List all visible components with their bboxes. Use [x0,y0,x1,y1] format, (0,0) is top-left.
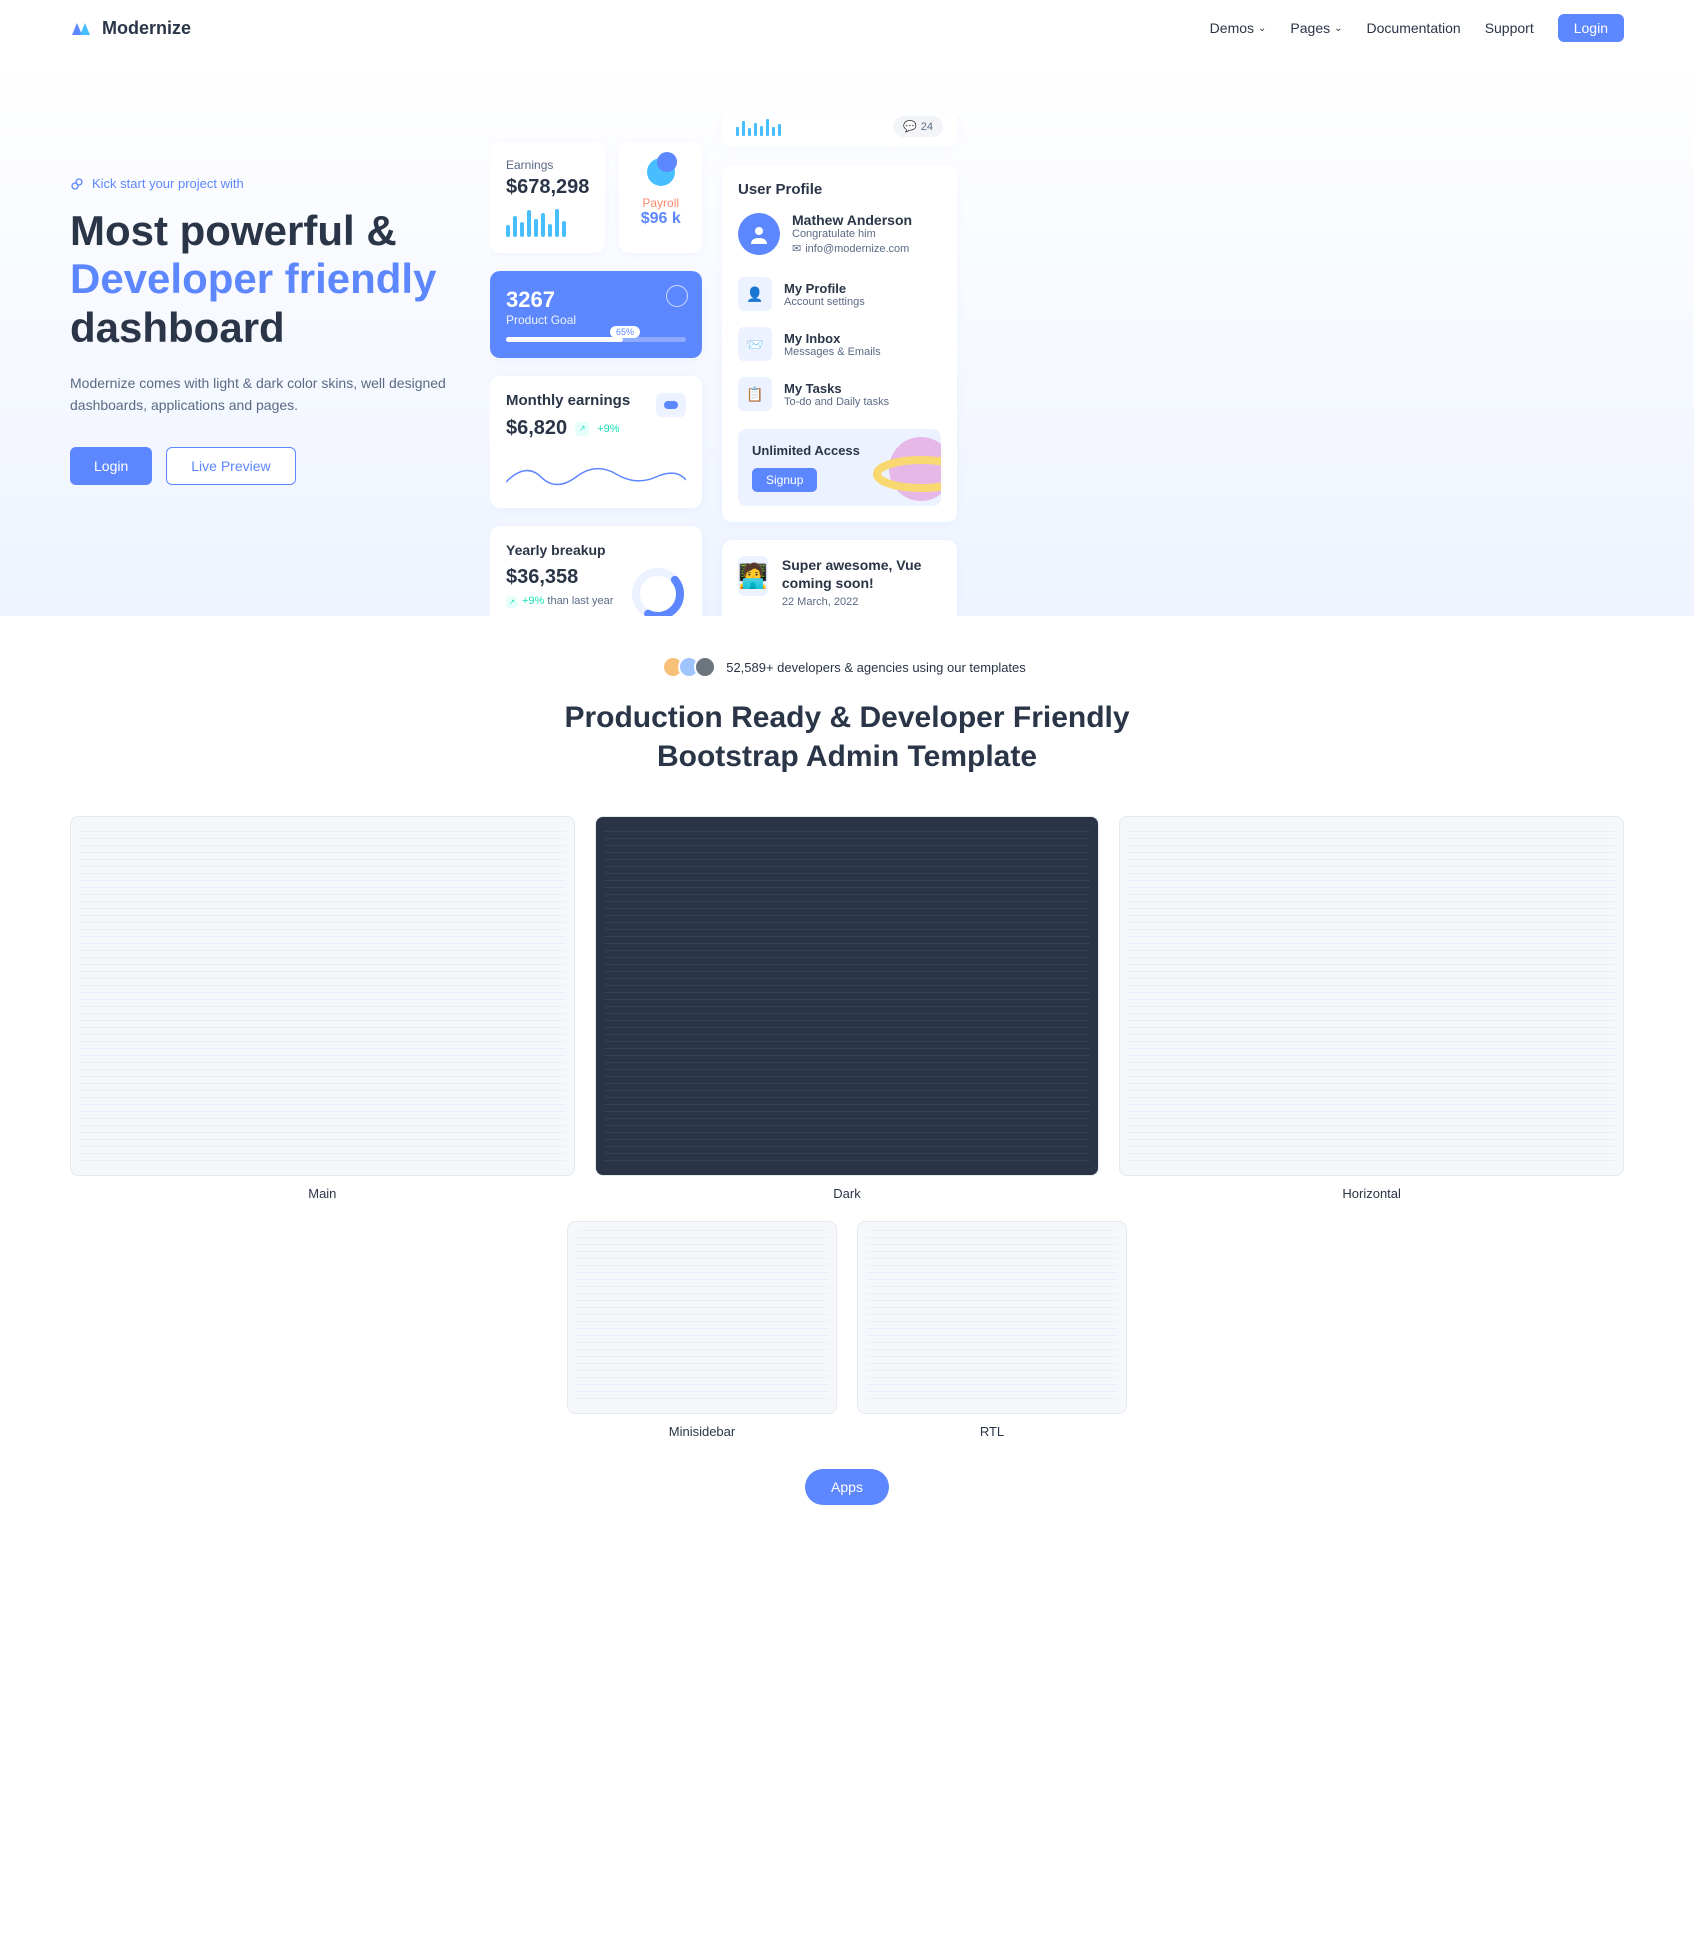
nav-support[interactable]: Support [1485,20,1534,36]
template-thumbnail [70,816,575,1176]
bar-chart-icon [506,207,589,237]
template-card[interactable]: Horizontal [1119,816,1624,1201]
template-card[interactable]: Dark [595,816,1100,1201]
hero-preview-cards: Earnings $678,298 Payroll $96 k 3267 Pro… [490,116,1694,616]
payroll-card: Payroll $96 k [619,142,702,253]
toggle-icon [656,393,686,417]
chat-icon [666,285,688,307]
chat-icon: 💬 [903,120,917,133]
nav-documentation[interactable]: Documentation [1367,20,1461,36]
menu-item-title: My Profile [784,281,865,296]
apps-button[interactable]: Apps [805,1469,889,1505]
arrow-up-icon: ↗ [506,596,518,608]
avatar-icon: 🧑‍💻 [738,556,768,596]
hero-section: Kick start your project with Most powerf… [0,56,1694,616]
avatar [738,213,780,255]
announcement-card: 🧑‍💻 Super awesome, Vue coming soon! 22 M… [722,540,957,616]
hero-title: Most powerful & Developer friendly dashb… [70,207,460,352]
profile-menu-item[interactable]: 👤 My ProfileAccount settings [738,269,941,319]
nav-demos[interactable]: Demos⌄ [1210,20,1267,36]
main-nav: Demos⌄ Pages⌄ Documentation Support Logi… [1210,14,1624,42]
profile-menu-item[interactable]: 📋 My TasksTo-do and Daily tasks [738,369,941,419]
arrow-up-icon: ↗ [575,422,589,436]
live-preview-button[interactable]: Live Preview [166,447,295,485]
menu-item-icon: 📋 [738,377,772,411]
logo-icon [70,19,94,37]
template-label: Main [70,1186,575,1201]
user-profile-card: User Profile Mathew Anderson Congratulat… [722,165,957,522]
menu-item-sub: Account settings [784,296,865,308]
planet-icon [871,429,941,506]
template-card[interactable]: Minisidebar [567,1221,837,1439]
template-thumbnail [857,1221,1127,1414]
template-label: Dark [595,1186,1100,1201]
nav-pages[interactable]: Pages⌄ [1290,20,1342,36]
bar-chart-icon [736,118,781,136]
link-icon [70,177,84,191]
template-thumbnail [1119,816,1624,1176]
hero-login-button[interactable]: Login [70,447,152,485]
template-label: Horizontal [1119,1186,1624,1201]
menu-item-sub: Messages & Emails [784,346,881,358]
avatar-stack [668,656,716,678]
stats-stub-card: 💬24 [722,116,957,147]
social-proof: 52,589+ developers & agencies using our … [0,616,1694,698]
template-label: Minisidebar [567,1424,837,1439]
mail-icon: ✉ [792,242,801,255]
section-title: Production Ready & Developer FriendlyBoo… [0,698,1694,776]
template-thumbnail [567,1221,837,1414]
template-label: RTL [857,1424,1127,1439]
login-button[interactable]: Login [1558,14,1624,42]
menu-item-icon: 👤 [738,277,772,311]
brand-text: Modernize [102,18,191,39]
menu-item-icon: 📨 [738,327,772,361]
payroll-icon [647,158,675,186]
template-thumbnail [595,816,1100,1176]
menu-item-sub: To-do and Daily tasks [784,396,889,408]
template-card[interactable]: RTL [857,1221,1127,1439]
chevron-down-icon: ⌄ [1258,23,1266,34]
chevron-down-icon: ⌄ [1334,23,1342,34]
earnings-card: Earnings $678,298 [490,142,605,253]
line-chart-icon [506,452,686,492]
monthly-earnings-card: Monthly earnings $6,820 ↗ +9% [490,376,702,508]
donut-chart-icon [630,566,686,616]
yearly-breakup-card: Yearly breakup $36,358 ↗+9% than last ye… [490,526,702,616]
unlimited-access-banner: Unlimited Access Signup [738,429,941,506]
profile-menu-item[interactable]: 📨 My InboxMessages & Emails [738,319,941,369]
menu-item-title: My Inbox [784,331,881,346]
templates-grid: Main Dark Horizontal Minisidebar RTL Apps [0,816,1694,1585]
signup-button[interactable]: Signup [752,468,817,492]
template-card[interactable]: Main [70,816,575,1201]
brand-logo[interactable]: Modernize [70,18,191,39]
product-goal-card: 3267 Product Goal 65% [490,271,702,358]
kick-line: Kick start your project with [70,176,460,191]
hero-description: Modernize comes with light & dark color … [70,372,460,417]
top-nav: Modernize Demos⌄ Pages⌄ Documentation Su… [0,0,1694,56]
menu-item-title: My Tasks [784,381,889,396]
